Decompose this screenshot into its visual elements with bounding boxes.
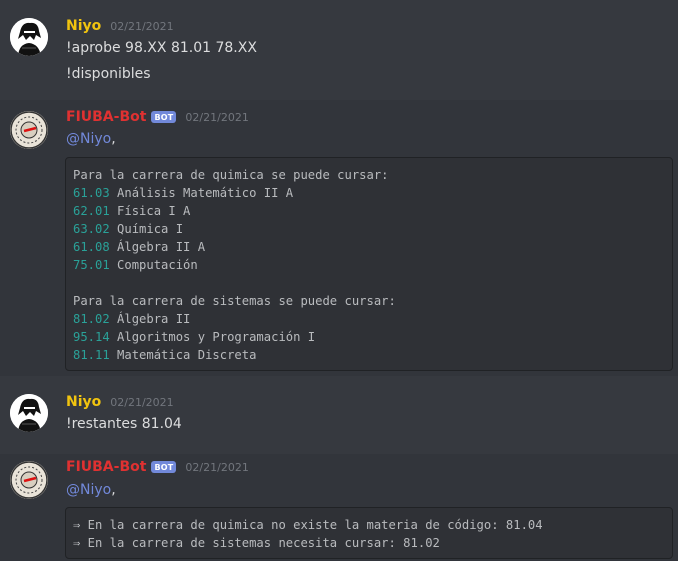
code-line: 63.02 Química I <box>73 220 665 238</box>
message-user-2: Niyo 02/21/2021 !restantes 81.04 <box>0 376 678 454</box>
subject-code: 61.08 <box>73 240 110 254</box>
code-line: 81.11 Matemática Discreta <box>73 346 665 364</box>
code-line-text: Algoritmos y Programación I <box>109 330 316 344</box>
timestamp: 02/21/2021 <box>185 110 249 124</box>
avatar[interactable] <box>10 18 48 56</box>
username[interactable]: FIUBA-Bot <box>66 459 146 475</box>
message-header: FIUBA-Bot BOT 02/21/2021 <box>66 459 249 475</box>
code-line-text: Computación <box>109 258 198 272</box>
message-text: !restantes 81.04 <box>66 416 182 432</box>
code-line: Para la carrera de quimica se puede curs… <box>73 166 665 184</box>
code-line: 95.14 Algoritmos y Programación I <box>73 328 665 346</box>
user-avatar-image <box>10 394 48 432</box>
timestamp: 02/21/2021 <box>110 395 174 409</box>
subject-code: 75.01 <box>73 258 110 272</box>
mention[interactable]: @Niyo <box>66 131 111 147</box>
code-line-text: Matemática Discreta <box>109 348 257 362</box>
code-line-text: Física I A <box>109 204 191 218</box>
bot-seal-icon <box>10 461 48 499</box>
bot-badge: BOT <box>151 461 177 473</box>
mention-suffix: , <box>111 482 116 498</box>
bot-badge: BOT <box>151 111 177 123</box>
username[interactable]: Niyo <box>66 18 101 34</box>
code-line-text: Química I <box>109 222 184 236</box>
message-header: Niyo 02/21/2021 <box>66 394 174 410</box>
code-line: Para la carrera de sistemas se puede cur… <box>73 292 665 310</box>
code-line-text: Álgebra II A <box>109 240 206 254</box>
code-block: ⇒ En la carrera de quimica no existe la … <box>65 507 673 559</box>
message-text: @Niyo, <box>66 131 116 147</box>
code-line-text: Álgebra II <box>109 312 191 326</box>
avatar[interactable] <box>10 111 48 149</box>
username[interactable]: FIUBA-Bot <box>66 109 146 125</box>
subject-code: 95.14 <box>73 330 110 344</box>
message-bot-2: FIUBA-Bot BOT 02/21/2021 @Niyo, ⇒ En la … <box>0 454 678 561</box>
code-line: ⇒ En la carrera de quimica no existe la … <box>73 518 543 532</box>
message-header: FIUBA-Bot BOT 02/21/2021 <box>66 109 249 125</box>
username[interactable]: Niyo <box>66 394 101 410</box>
code-line: 75.01 Computación <box>73 256 665 274</box>
code-line: 61.03 Análisis Matemático II A <box>73 184 665 202</box>
code-line: ⇒ En la carrera de sistemas necesita cur… <box>73 536 440 550</box>
code-line-text: Para la carrera de quimica se puede curs… <box>73 168 389 182</box>
mention-suffix: , <box>111 131 116 147</box>
message-text: !aprobe 98.XX 81.01 78.XX <box>66 40 257 56</box>
message-text: !disponibles <box>66 66 151 82</box>
code-line: 62.01 Física I A <box>73 202 665 220</box>
avatar[interactable] <box>10 461 48 499</box>
timestamp: 02/21/2021 <box>110 19 174 33</box>
code-line: 81.02 Álgebra II <box>73 310 665 328</box>
mention[interactable]: @Niyo <box>66 482 111 498</box>
avatar[interactable] <box>10 394 48 432</box>
message-header: Niyo 02/21/2021 <box>66 18 174 34</box>
timestamp: 02/21/2021 <box>185 460 249 474</box>
subject-code: 63.02 <box>73 222 110 236</box>
subject-code: 61.03 <box>73 186 110 200</box>
bot-seal-icon <box>10 111 48 149</box>
code-line-text: Para la carrera de sistemas se puede cur… <box>73 294 396 308</box>
message-text: @Niyo, <box>66 482 116 498</box>
subject-code: 81.11 <box>73 348 110 362</box>
subject-code: 62.01 <box>73 204 110 218</box>
code-block: Para la carrera de quimica se puede curs… <box>65 157 673 371</box>
code-line-text: Análisis Matemático II A <box>109 186 294 200</box>
code-line: 61.08 Álgebra II A <box>73 238 665 256</box>
user-avatar-image <box>10 18 48 56</box>
message-bot-1: FIUBA-Bot BOT 02/21/2021 @Niyo, Para la … <box>0 100 678 376</box>
message-user-1: Niyo 02/21/2021 !aprobe 98.XX 81.01 78.X… <box>0 0 678 100</box>
subject-code: 81.02 <box>73 312 110 326</box>
